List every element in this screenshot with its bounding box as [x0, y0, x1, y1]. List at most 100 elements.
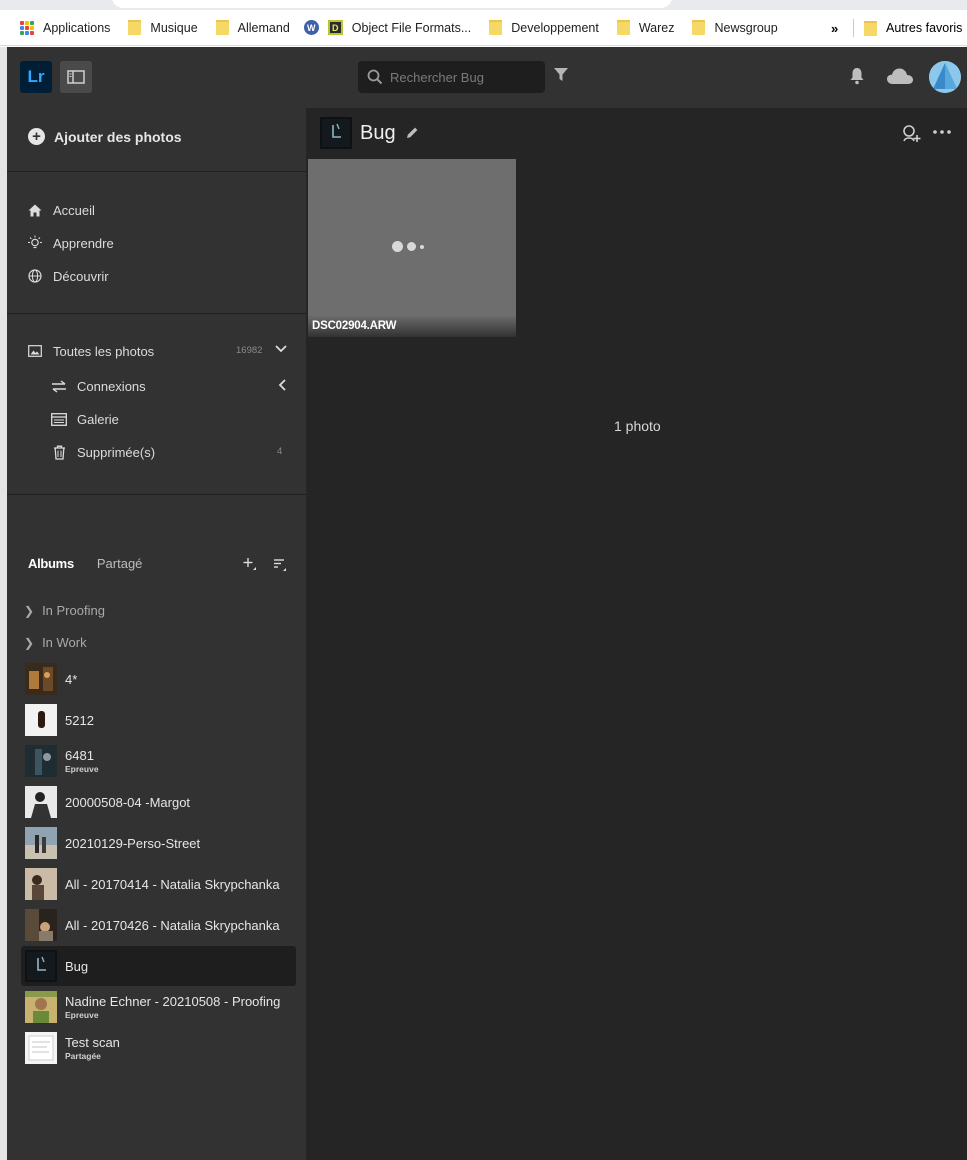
panel-icon — [67, 70, 85, 84]
address-bar[interactable] — [112, 0, 672, 8]
album-thumbnail — [25, 1032, 57, 1064]
album-item-natalia-20170414[interactable]: All - 20170414 - Natalia Skrypchanka — [21, 864, 296, 904]
bookmark-object-file-formats[interactable]: W D Object File Formats... — [303, 20, 472, 35]
bookmark-label: Object File Formats... — [351, 20, 472, 35]
lightroom-app: Lr Rechercher Bug + Ajouter des photos A… — [7, 47, 967, 1160]
bookmark-label: Warez — [638, 20, 675, 35]
album-subtitle: Partagée — [65, 1051, 101, 1061]
album-item-perso-street[interactable]: 20210129-Perso-Street — [21, 823, 296, 863]
deleted-item[interactable]: Supprimée(s) — [51, 444, 155, 460]
chevron-down-icon[interactable] — [275, 345, 287, 353]
folder-label: In Proofing — [42, 603, 105, 618]
nav-label: Accueil — [53, 202, 95, 218]
main-content: Bug DSC02904.ARW 1 photo — [306, 108, 967, 1160]
folder-icon — [692, 20, 706, 35]
more-options-icon[interactable] — [933, 130, 951, 134]
folder-icon — [489, 20, 503, 35]
gallery-item[interactable]: Galerie — [51, 411, 119, 427]
loading-spinner-icon — [392, 241, 428, 252]
bookmark-allemand[interactable]: Allemand — [215, 20, 290, 35]
app-topbar: Lr — [7, 47, 967, 108]
album-thumbnail — [25, 950, 57, 982]
filter-icon[interactable] — [554, 68, 568, 82]
sort-icon[interactable] — [273, 558, 287, 572]
add-circle-icon: + — [28, 128, 45, 145]
nav-item-learn[interactable]: Apprendre — [27, 235, 114, 251]
bookmark-label: Newsgroup — [714, 20, 778, 35]
bookmarks-overflow-button[interactable]: » — [831, 10, 838, 46]
album-thumbnail — [25, 991, 57, 1023]
bookmark-developpement[interactable]: Developpement — [489, 20, 599, 35]
album-title: Bug — [360, 122, 396, 144]
trash-icon — [51, 444, 67, 460]
album-item-natalia-20170426[interactable]: All - 20170426 - Natalia Skrypchanka — [21, 905, 296, 945]
add-album-icon[interactable] — [243, 557, 257, 571]
lightroom-logo[interactable]: Lr — [20, 61, 52, 93]
left-sidebar: + Ajouter des photos Accueil Apprendre D… — [7, 108, 306, 1160]
folder-in-work[interactable]: ❯ In Work — [24, 635, 87, 650]
bookmark-label: Autres favoris — [886, 21, 963, 35]
album-item-margot[interactable]: 20000508-04 -Margot — [21, 782, 296, 822]
album-tabs: Albums Partagé — [28, 556, 142, 571]
home-icon — [27, 202, 43, 218]
user-avatar[interactable] — [929, 61, 961, 93]
bookmark-warez[interactable]: Warez — [616, 20, 675, 35]
album-item-bug[interactable]: Bug — [21, 946, 296, 986]
all-photos-item[interactable]: Toutes les photos — [27, 343, 154, 359]
folder-icon — [128, 20, 142, 35]
tab-albums[interactable]: Albums — [28, 556, 74, 571]
search-input[interactable] — [390, 69, 540, 85]
album-item-6481[interactable]: 6481 Epreuve — [21, 741, 296, 781]
bookmark-label: Allemand — [237, 20, 290, 35]
bookmark-label: Developpement — [511, 20, 599, 35]
apps-grid-icon — [20, 20, 34, 35]
panel-toggle-button[interactable] — [60, 61, 92, 93]
album-item-test-scan[interactable]: Test scan Partagée — [21, 1028, 296, 1068]
folder-in-proofing[interactable]: ❯ In Proofing — [24, 603, 105, 618]
add-photos-label: Ajouter des photos — [54, 128, 182, 145]
nav-label: Apprendre — [53, 235, 114, 251]
album-thumbnail — [25, 663, 57, 695]
album-name: Nadine Echner - 20210508 - Proofing — [65, 994, 281, 1009]
deleted-count: 4 — [277, 446, 283, 457]
bookmark-applications[interactable]: Applications — [20, 20, 110, 35]
nav-item-discover[interactable]: Découvrir — [27, 268, 109, 284]
bookmark-musique[interactable]: Musique — [128, 20, 198, 35]
folder-icon — [616, 20, 630, 35]
divider — [7, 494, 306, 495]
d-site-icon: D — [327, 20, 343, 35]
album-name: Test scan — [65, 1035, 120, 1050]
album-thumbnail — [25, 909, 57, 941]
photo-filename: DSC02904.ARW — [308, 315, 516, 337]
pencil-icon[interactable] — [406, 126, 419, 139]
album-subtitle: Epreuve — [65, 764, 99, 774]
deleted-label: Supprimée(s) — [77, 444, 156, 460]
album-name: Bug — [65, 958, 89, 974]
tab-shared[interactable]: Partagé — [97, 556, 143, 571]
search-field[interactable] — [358, 61, 545, 93]
invite-people-icon[interactable] — [902, 125, 922, 143]
bell-icon[interactable] — [849, 67, 865, 85]
album-item-4star[interactable]: 4* — [21, 659, 296, 699]
bookmark-other-favorites[interactable]: Autres favoris — [864, 10, 962, 46]
album-thumbnail — [25, 745, 57, 777]
bookmark-newsgroup[interactable]: Newsgroup — [692, 20, 778, 35]
connections-item[interactable]: Connexions — [51, 378, 146, 394]
album-name: 4* — [65, 671, 78, 687]
divider — [7, 313, 306, 314]
album-item-5212[interactable]: 5212 — [21, 700, 296, 740]
gallery-icon — [51, 411, 67, 427]
photos-icon — [27, 343, 43, 359]
album-name: All - 20170414 - Natalia Skrypchanka — [65, 876, 280, 892]
photo-thumbnail[interactable]: DSC02904.ARW — [308, 159, 516, 337]
album-item-nadine-echner[interactable]: Nadine Echner - 20210508 - Proofing Epre… — [21, 987, 296, 1027]
album-thumbnail — [25, 786, 57, 818]
album-name: 5212 — [65, 712, 94, 728]
chevron-left-icon[interactable] — [278, 379, 286, 391]
add-photos-button[interactable]: + Ajouter des photos — [28, 128, 182, 145]
gallery-label: Galerie — [77, 411, 119, 427]
connections-icon — [51, 378, 67, 394]
w-site-icon: W — [303, 20, 319, 35]
nav-item-home[interactable]: Accueil — [27, 202, 95, 218]
cloud-icon[interactable] — [886, 67, 914, 85]
